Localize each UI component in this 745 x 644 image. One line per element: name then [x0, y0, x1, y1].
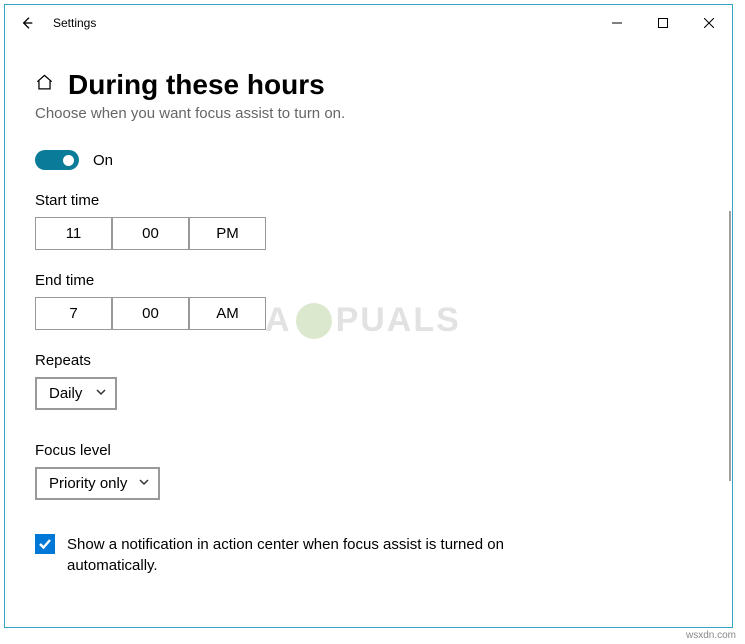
- back-button[interactable]: [5, 5, 49, 41]
- focus-level-label: Focus level: [35, 442, 702, 459]
- end-time-label: End time: [35, 272, 702, 289]
- page-subtitle: Choose when you want focus assist to tur…: [35, 105, 702, 122]
- page-title: During these hours: [68, 69, 325, 101]
- chevron-down-icon: [95, 385, 107, 402]
- start-minute[interactable]: 00: [112, 217, 189, 250]
- end-time-picker: 7 00 AM: [35, 297, 702, 330]
- start-period[interactable]: PM: [189, 217, 266, 250]
- window-controls: [594, 5, 732, 41]
- minimize-button[interactable]: [594, 5, 640, 41]
- close-button[interactable]: [686, 5, 732, 41]
- repeats-label: Repeats: [35, 352, 702, 369]
- notification-checkbox-label: Show a notification in action center whe…: [67, 534, 557, 576]
- repeats-value: Daily: [49, 385, 82, 402]
- focus-level-value: Priority only: [49, 475, 127, 492]
- focus-level-dropdown[interactable]: Priority only: [35, 467, 160, 500]
- source-watermark: wsxdn.com: [686, 630, 736, 641]
- on-toggle[interactable]: [35, 150, 79, 170]
- maximize-button[interactable]: [640, 5, 686, 41]
- page-header: During these hours: [35, 69, 702, 101]
- notification-checkbox[interactable]: [35, 534, 55, 554]
- start-hour[interactable]: 11: [35, 217, 112, 250]
- end-period[interactable]: AM: [189, 297, 266, 330]
- end-minute[interactable]: 00: [112, 297, 189, 330]
- toggle-row: On: [35, 150, 702, 170]
- settings-window: Settings APUALS During these hours Choos…: [4, 4, 733, 628]
- start-time-label: Start time: [35, 192, 702, 209]
- notification-checkbox-row: Show a notification in action center whe…: [35, 534, 702, 576]
- toggle-label: On: [93, 152, 113, 169]
- repeats-dropdown[interactable]: Daily: [35, 377, 117, 410]
- home-icon[interactable]: [35, 73, 54, 97]
- scrollbar[interactable]: [729, 211, 731, 481]
- end-hour[interactable]: 7: [35, 297, 112, 330]
- titlebar: Settings: [5, 5, 732, 41]
- window-title: Settings: [53, 16, 96, 30]
- chevron-down-icon: [138, 475, 150, 492]
- content-area: APUALS During these hours Choose when yo…: [5, 41, 732, 627]
- start-time-picker: 11 00 PM: [35, 217, 702, 250]
